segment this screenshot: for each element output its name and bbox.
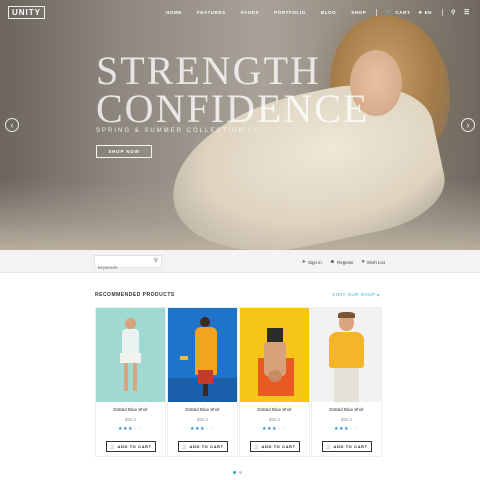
product-name[interactable]: Dotted Blue Shirt xyxy=(240,407,309,412)
nav-divider xyxy=(442,9,444,16)
hero-title-line2: CONFIDENCE xyxy=(96,86,370,131)
main-menu: HOME FEATURES PAGES PORTFOLIO BLOG SHOP … xyxy=(151,9,470,16)
product-rating: ★★★☆☆ xyxy=(96,426,165,432)
user-icon: ☻ xyxy=(329,259,335,265)
account-links: ➤ Sign in ☻ Register ♥ Wish List xyxy=(294,259,385,265)
product-card[interactable]: Dotted Blue Shirt $50.0 ★★★☆☆ 🛒 ADD TO C… xyxy=(311,307,382,457)
register-link[interactable]: ☻ Register xyxy=(330,259,354,265)
star-empty-icon: ☆ xyxy=(137,426,143,432)
product-card[interactable]: Dotted Blue Shirt $50.0 ★★★☆☆ 🛒 ADD TO C… xyxy=(95,307,166,457)
wish-list-link[interactable]: ♥ Wish List xyxy=(362,259,385,265)
logo[interactable]: UNITY xyxy=(8,6,45,19)
search-box: ⚲ xyxy=(94,255,162,273)
search-icon[interactable]: ⚲ xyxy=(154,257,158,264)
product-price: $50.0 xyxy=(196,417,209,422)
product-name[interactable]: Dotted Blue Shirt xyxy=(96,407,165,412)
product-image[interactable] xyxy=(240,308,309,402)
chevron-right-icon[interactable]: › xyxy=(461,118,475,132)
account-bar: ⚲ ➤ Sign in ☻ Register ♥ Wish List xyxy=(0,250,480,273)
product-rating: ★★★☆☆ xyxy=(312,426,381,432)
nav-item-pages[interactable]: PAGES xyxy=(241,10,259,15)
sign-in-label: Sign in xyxy=(307,259,322,265)
cart-icon[interactable]: 🛒 xyxy=(385,9,393,16)
add-to-cart-button[interactable]: 🛒 ADD TO CART xyxy=(322,441,372,452)
language-icon: ● xyxy=(418,9,423,16)
star-empty-icon: ☆ xyxy=(353,426,359,432)
add-to-cart-button[interactable]: 🛒 ADD TO CART xyxy=(106,441,156,452)
product-image[interactable] xyxy=(168,308,237,402)
register-label: Register xyxy=(337,259,354,265)
carousel-dot[interactable] xyxy=(239,471,242,474)
heart-icon: ♥ xyxy=(361,259,365,265)
section-title: RECOMMENDED PRODUCTS xyxy=(95,292,175,298)
sign-in-icon: ➤ xyxy=(301,259,306,265)
chevron-left-icon[interactable]: ‹ xyxy=(5,118,19,132)
nav-item-portfolio[interactable]: PORTFOLIO xyxy=(274,10,306,15)
product-image[interactable] xyxy=(96,308,165,402)
search-input[interactable] xyxy=(95,262,151,273)
hero-title-line1: STRENGTH xyxy=(96,48,321,93)
hero-slider: STRENGTH CONFIDENCE SPRING & SUMMER COLL… xyxy=(0,0,480,250)
visit-shop-link[interactable]: VISIT OUR SHOP ▸ xyxy=(332,292,380,298)
product-grid: Dotted Blue Shirt $50.0 ★★★☆☆ 🛒 ADD TO C… xyxy=(95,307,385,457)
nav-item-blog[interactable]: BLOG xyxy=(321,10,336,15)
product-rating: ★★★☆☆ xyxy=(168,426,237,432)
hero-title: STRENGTH CONFIDENCE xyxy=(96,48,370,131)
product-card[interactable]: Dotted Blue Shirt $50.0 ★★★☆☆ 🛒 ADD TO C… xyxy=(239,307,310,457)
nav-cart[interactable]: CART xyxy=(395,10,410,15)
add-to-cart-button[interactable]: 🛒 ADD TO CART xyxy=(178,441,228,452)
nav-language[interactable]: EN xyxy=(425,10,432,15)
nav-item-home[interactable]: HOME xyxy=(166,10,182,15)
product-name[interactable]: Dotted Blue Shirt xyxy=(168,407,237,412)
search-icon[interactable]: ⚲ xyxy=(451,9,456,16)
product-price: $50.0 xyxy=(124,417,137,422)
star-empty-icon: ☆ xyxy=(209,426,215,432)
product-name[interactable]: Dotted Blue Shirt xyxy=(312,407,381,412)
product-rating: ★★★☆☆ xyxy=(240,426,309,432)
hero-subtitle: SPRING & SUMMER COLLECTION'15 xyxy=(96,128,259,134)
product-price: $50.0 xyxy=(268,417,281,422)
nav-divider xyxy=(376,9,378,16)
product-price: $50.0 xyxy=(340,417,353,422)
add-to-cart-label: ADD TO CART xyxy=(333,444,368,449)
carousel-pagination xyxy=(233,471,245,474)
nav-item-shop[interactable]: SHOP xyxy=(351,10,366,15)
star-empty-icon: ☆ xyxy=(281,426,287,432)
add-to-cart-label: ADD TO CART xyxy=(117,444,152,449)
wish-list-label: Wish List xyxy=(366,259,385,265)
menu-icon[interactable]: ☰ xyxy=(464,9,470,16)
add-to-cart-label: ADD TO CART xyxy=(261,444,296,449)
shop-now-button[interactable]: SHOP NOW xyxy=(96,145,152,158)
carousel-dot[interactable] xyxy=(233,471,236,474)
nav-item-features[interactable]: FEATURES xyxy=(197,10,226,15)
add-to-cart-button[interactable]: 🛒 ADD TO CART xyxy=(250,441,300,452)
top-nav: UNITY HOME FEATURES PAGES PORTFOLIO BLOG… xyxy=(0,0,480,24)
product-card[interactable]: Dotted Blue Shirt $50.0 ★★★☆☆ 🛒 ADD TO C… xyxy=(167,307,238,457)
sign-in-link[interactable]: ➤ Sign in xyxy=(302,259,322,265)
add-to-cart-label: ADD TO CART xyxy=(189,444,224,449)
product-image[interactable] xyxy=(312,308,381,402)
